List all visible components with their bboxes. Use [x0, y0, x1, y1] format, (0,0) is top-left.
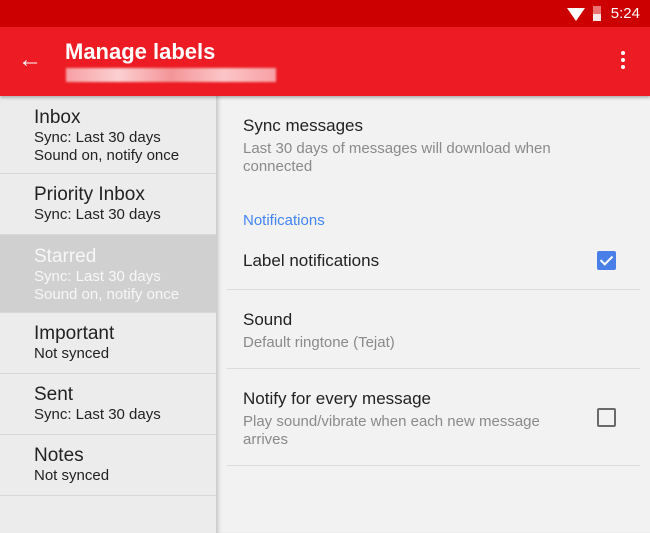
notify-every-message-checkbox[interactable]: [597, 408, 616, 427]
label-name: Starred: [34, 246, 97, 267]
setting-summary: Last 30 days of messages will download w…: [243, 140, 551, 175]
label-name: Priority Inbox: [34, 184, 145, 205]
label-name: Sent: [34, 384, 74, 405]
battery-icon: [593, 6, 601, 21]
sync-messages-setting[interactable]: Sync messages Last 30 days of messages w…: [243, 116, 641, 176]
setting-summary: Default ringtone (Tejat): [243, 334, 395, 351]
setting-summary: Play sound/vibrate when each new message…: [243, 413, 540, 448]
notify-every-message-setting[interactable]: Notify for every message Play sound/vibr…: [243, 389, 641, 449]
sound-setting[interactable]: Sound Default ringtone (Tejat): [243, 310, 641, 352]
more-vert-icon[interactable]: [617, 51, 631, 72]
label-sync: Sync: Last 30 days: [34, 206, 161, 223]
page-title: Manage labels: [65, 39, 216, 64]
label-item-inbox[interactable]: Inbox Sync: Last 30 days Sound on, notify …: [0, 96, 216, 174]
label-name: Inbox: [34, 107, 81, 128]
setting-title: Label notifications: [243, 251, 380, 270]
label-item-important[interactable]: Important Not synced: [0, 313, 216, 374]
setting-title: Sync messages: [243, 116, 363, 135]
label-list: Inbox Sync: Last 30 days Sound on, notify …: [0, 96, 216, 533]
label-notifications-checkbox[interactable]: [597, 251, 616, 270]
label-notifications-setting[interactable]: Label notifications: [243, 251, 641, 271]
label-sync: Not synced: [34, 345, 110, 362]
label-settings: Sync messages Last 30 days of messages w…: [216, 96, 650, 533]
label-name: Notes: [34, 445, 84, 466]
setting-title: Notify for every message: [243, 389, 432, 408]
divider: [227, 289, 640, 290]
divider: [227, 368, 640, 369]
clock: 5:24: [610, 5, 640, 22]
label-name: Important: [34, 323, 115, 344]
setting-title: Sound: [243, 310, 293, 329]
wifi-icon: [567, 8, 585, 21]
divider: [227, 465, 640, 466]
label-item-sent[interactable]: Sent Sync: Last 30 days: [0, 374, 216, 435]
account-email-redacted: [66, 68, 276, 82]
label-item-starred[interactable]: Starred Sync: Last 30 days Sound on, notif…: [0, 235, 216, 313]
label-sync: Not synced: [34, 467, 110, 484]
app-bar: ← Manage labels: [0, 27, 650, 96]
back-arrow-icon[interactable]: ←: [18, 47, 42, 73]
section-header: Notifications: [243, 212, 325, 229]
label-item-priority-inbox[interactable]: Priority Inbox Sync: Last 30 days: [0, 174, 216, 235]
label-sync: Sync: Last 30 days: [34, 406, 161, 423]
label-sync: Sync: Last 30 days: [34, 268, 161, 285]
label-sound: Sound on, notify once: [34, 286, 180, 303]
status-bar: 5:24: [0, 0, 650, 27]
label-sound: Sound on, notify once: [34, 147, 180, 164]
label-item-notes[interactable]: Notes Not synced: [0, 435, 216, 496]
label-sync: Sync: Last 30 days: [34, 129, 161, 146]
